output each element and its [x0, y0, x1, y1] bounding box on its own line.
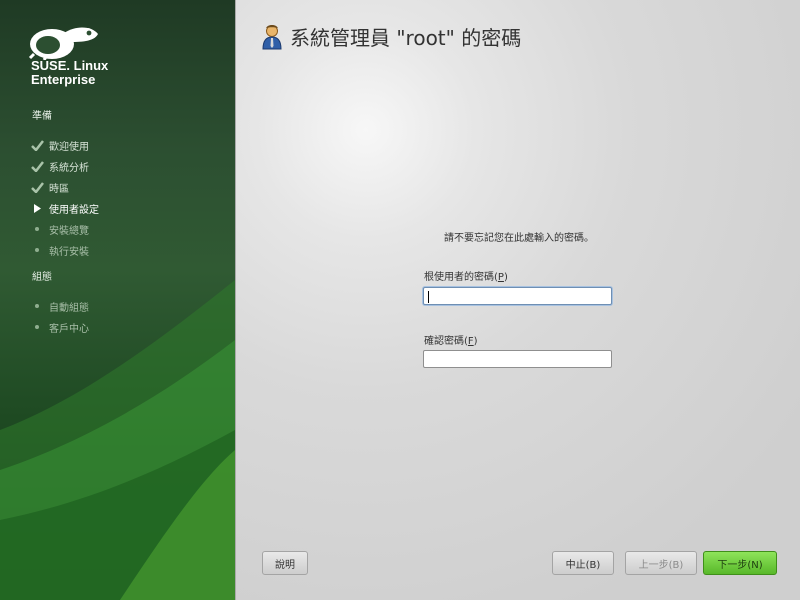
abort-button[interactable]: 中止(B) [552, 551, 614, 575]
checkmark-icon [30, 159, 44, 173]
step-system-analysis: 系統分析 [30, 157, 89, 175]
user-icon [262, 24, 282, 49]
checkmark-icon [30, 180, 44, 194]
step-label: 自動組態 [49, 302, 89, 314]
chameleon-logo-icon [28, 27, 98, 60]
confirm-password-input[interactable] [423, 350, 612, 368]
step-time-zone: 時區 [30, 178, 69, 196]
step-label: 客戶中心 [49, 323, 89, 335]
step-welcome: 歡迎使用 [30, 136, 89, 154]
brand-line-1: SUSE. Linux [31, 58, 109, 73]
product-brand: SUSE. Linux Enterprise [31, 59, 108, 87]
step-automatic-configuration: 自動組態 [30, 297, 89, 315]
text-cursor [428, 291, 429, 303]
brand-line-2: Enterprise [31, 72, 96, 87]
next-button[interactable]: 下一步(N) [703, 551, 777, 575]
bullet-icon [30, 222, 44, 236]
section-title-configuration: 組態 [32, 272, 52, 283]
password-reminder-text: 請不要忘記您在此處輸入的密碼。 [444, 233, 594, 244]
confirm-password-label: 確認密碼(F) [424, 336, 478, 347]
step-label: 使用者設定 [49, 204, 99, 216]
help-button[interactable]: 說明 [262, 551, 308, 575]
back-button[interactable]: 上一步(B) [625, 551, 697, 575]
page-header: 系統管理員 "root" 的密碼 [262, 22, 521, 51]
step-label: 系統分析 [49, 162, 89, 174]
step-label: 歡迎使用 [49, 141, 89, 153]
sidebar: SUSE. Linux Enterprise 準備 歡迎使用 系統分析 時區 使… [0, 0, 235, 600]
bullet-icon [30, 320, 44, 334]
main-panel: 系統管理員 "root" 的密碼 請不要忘記您在此處輸入的密碼。 根使用者的密碼… [235, 0, 800, 600]
step-installation-overview: 安裝總覽 [30, 220, 89, 238]
step-label: 安裝總覽 [49, 225, 89, 237]
step-perform-installation: 執行安裝 [30, 241, 89, 259]
bullet-icon [30, 299, 44, 313]
section-title-preparation: 準備 [32, 111, 52, 122]
step-user-settings: 使用者設定 [30, 199, 99, 217]
step-label: 時區 [49, 183, 69, 195]
root-password-input[interactable] [423, 287, 612, 305]
bullet-icon [30, 243, 44, 257]
page-title: 系統管理員 "root" 的密碼 [290, 26, 522, 50]
step-customer-center: 客戶中心 [30, 318, 89, 336]
password-label: 根使用者的密碼(P) [424, 272, 508, 283]
current-step-arrow-icon [30, 201, 44, 215]
step-label: 執行安裝 [49, 246, 89, 258]
checkmark-icon [30, 138, 44, 152]
